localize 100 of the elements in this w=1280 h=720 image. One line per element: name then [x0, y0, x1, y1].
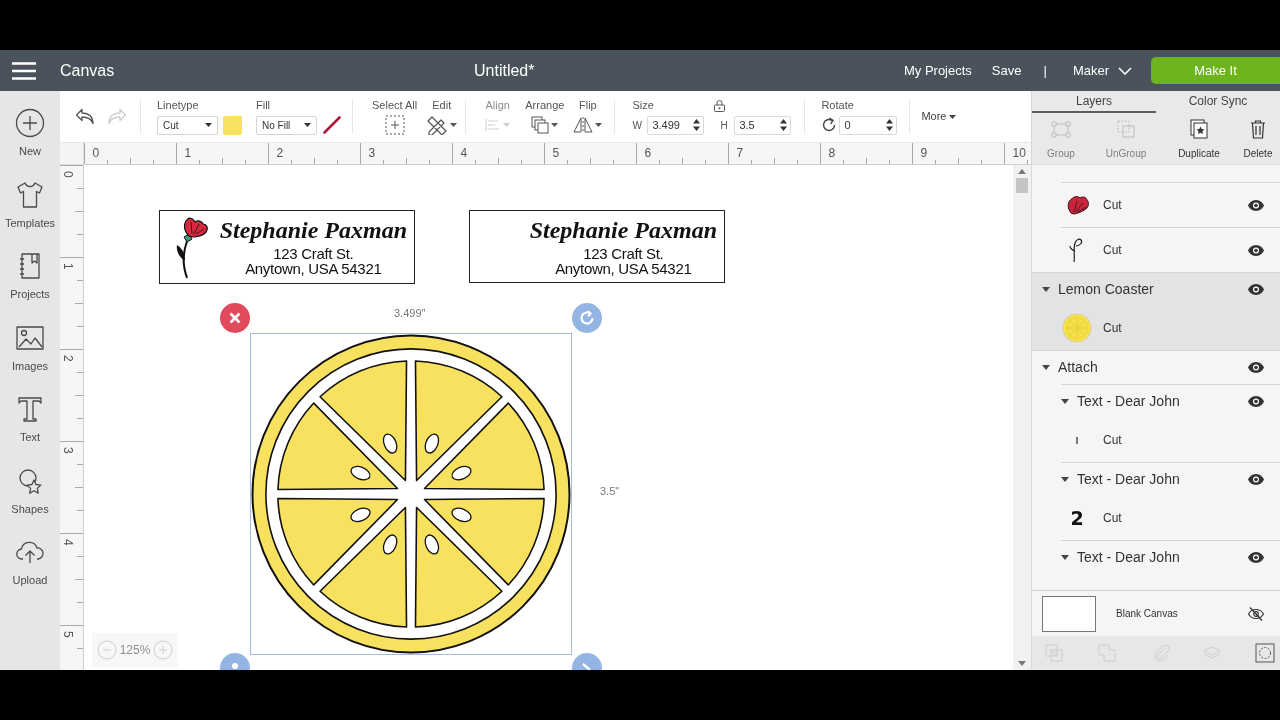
ruler-number: 10: [1012, 146, 1026, 160]
layer-group-row[interactable]: Text - Dear John: [1032, 463, 1280, 496]
sidebar-item[interactable]: Shapes: [0, 465, 60, 537]
tool-button[interactable]: Select All: [372, 98, 418, 142]
layer-group-row[interactable]: Lemon Coaster: [1032, 273, 1280, 306]
tool-button[interactable]: Edit: [426, 98, 458, 142]
stem-icon: [1069, 237, 1085, 263]
caret-up-icon[interactable]: [1018, 169, 1026, 174]
layer-type: Cut: [1103, 197, 1122, 214]
rotate-field[interactable]: 0: [839, 115, 898, 135]
chevron-down-icon: [1118, 66, 1132, 75]
eye-off-icon[interactable]: [1248, 606, 1264, 621]
layer-row[interactable]: Cut: [1032, 228, 1280, 272]
eye-icon[interactable]: [1248, 362, 1264, 373]
layer-name: Attach: [1058, 358, 1098, 377]
width-field[interactable]: 3.499: [647, 115, 705, 135]
eye-icon[interactable]: [1248, 552, 1264, 563]
layer-name: Lemon Coaster: [1058, 280, 1154, 299]
app-title: Canvas: [60, 60, 116, 81]
linetype-label: Linetype: [157, 98, 200, 112]
caret-down-icon[interactable]: [1061, 477, 1069, 482]
panel-tab[interactable]: Color Sync: [1156, 91, 1280, 113]
flower-icon: [1065, 195, 1089, 215]
sidebar-item[interactable]: Templates: [0, 179, 60, 251]
ruler-number: 5: [552, 146, 560, 160]
caret-down-icon: [205, 123, 212, 127]
sidebar-item[interactable]: New: [0, 108, 60, 180]
line-icon: [1076, 436, 1078, 444]
close-icon[interactable]: [220, 303, 250, 333]
ruler-number: 3: [61, 447, 75, 454]
fill-select[interactable]: No Fill: [256, 115, 317, 135]
sidebar-item[interactable]: Text: [0, 394, 60, 466]
machine-dropdown[interactable]: Maker: [1072, 60, 1132, 81]
layer-row[interactable]: 2 Cut: [1032, 496, 1280, 540]
header-link[interactable]: My Projects: [903, 60, 972, 81]
duplicate-icon: [1188, 118, 1210, 140]
canvas-background-row[interactable]: Blank Canvas: [1032, 590, 1280, 636]
caret-down-icon[interactable]: [1042, 365, 1050, 370]
caret-down-icon[interactable]: [1061, 399, 1069, 404]
stacked-squares-icon: [531, 116, 550, 134]
fill-label: Fill: [256, 98, 272, 112]
ruler-number: 5: [61, 631, 75, 638]
layer-action-button[interactable]: Delete: [1236, 113, 1280, 164]
layer-type: Cut: [1103, 320, 1122, 337]
label-name: Stephanie Paxman: [219, 217, 407, 243]
menu-icon[interactable]: [12, 61, 36, 80]
letter-t-icon: [15, 394, 45, 424]
layer-type: Cut: [1103, 432, 1122, 449]
caret-down-icon: [949, 114, 957, 119]
slash-icon[interactable]: [322, 115, 342, 135]
sidebar-item[interactable]: Upload: [0, 537, 60, 609]
eye-icon[interactable]: [1248, 244, 1264, 256]
document-title: Untitled*: [474, 60, 535, 81]
linetype-select[interactable]: Cut: [157, 115, 218, 135]
handle-icon[interactable]: [572, 653, 602, 670]
caret-down-icon[interactable]: [1018, 661, 1026, 666]
sidebar-item[interactable]: Projects: [0, 251, 60, 323]
layer-row[interactable]: Cut: [1032, 306, 1280, 350]
canvas-swatch: [1042, 595, 1096, 632]
eye-icon[interactable]: [1248, 199, 1264, 211]
ruler-number: 9: [920, 146, 928, 160]
layer-row[interactable]: Cut: [1032, 183, 1280, 227]
layer-group-row[interactable]: Attach: [1032, 351, 1280, 384]
height-dimension: 3.5": [600, 484, 620, 499]
plus-circle-icon: [15, 108, 45, 138]
caret-down-icon[interactable]: [1061, 555, 1069, 560]
layer-type: Cut: [1103, 510, 1122, 527]
tool-button[interactable]: Arrange: [525, 98, 565, 142]
handle-icon[interactable]: [220, 653, 250, 670]
scrollbar[interactable]: [1013, 165, 1031, 670]
ruler-number: 1: [184, 146, 192, 160]
scrollbar-thumb[interactable]: [1016, 178, 1028, 193]
height-field[interactable]: 3.5: [734, 115, 792, 135]
stepper-icon[interactable]: [780, 118, 788, 132]
ruler-number: 4: [460, 146, 468, 160]
group-icon: [1050, 118, 1072, 140]
eye-icon[interactable]: [1248, 396, 1264, 407]
ruler-number: 0: [61, 171, 75, 178]
label-street: 123 Craft St.: [583, 246, 664, 261]
tool-button[interactable]: Flip: [573, 98, 603, 142]
layer-row[interactable]: Cut: [1032, 418, 1280, 462]
layer-group-row[interactable]: Text - Dear John: [1032, 541, 1280, 574]
stepper-icon[interactable]: [693, 118, 701, 132]
header-link[interactable]: Save: [991, 60, 1022, 81]
caret-down-icon[interactable]: [1042, 287, 1050, 292]
caret-down-icon: [595, 123, 603, 127]
layer-name: Text - Dear John: [1077, 392, 1180, 411]
eye-icon[interactable]: [1248, 284, 1264, 295]
color-swatch[interactable]: [223, 115, 242, 135]
layer-group-row[interactable]: Text - Dear John: [1032, 385, 1280, 418]
undo-icon[interactable]: [75, 107, 95, 126]
eye-icon[interactable]: [1248, 474, 1264, 485]
stepper-icon[interactable]: [886, 118, 894, 132]
sidebar-item[interactable]: Images: [0, 322, 60, 394]
rotate-icon[interactable]: [821, 117, 838, 133]
lock-icon[interactable]: [712, 98, 726, 112]
layer-action-button[interactable]: Duplicate: [1162, 113, 1236, 164]
layer-type: Cut: [1103, 242, 1122, 259]
more-button[interactable]: More: [921, 108, 957, 125]
rotate-label: Rotate: [821, 98, 855, 112]
